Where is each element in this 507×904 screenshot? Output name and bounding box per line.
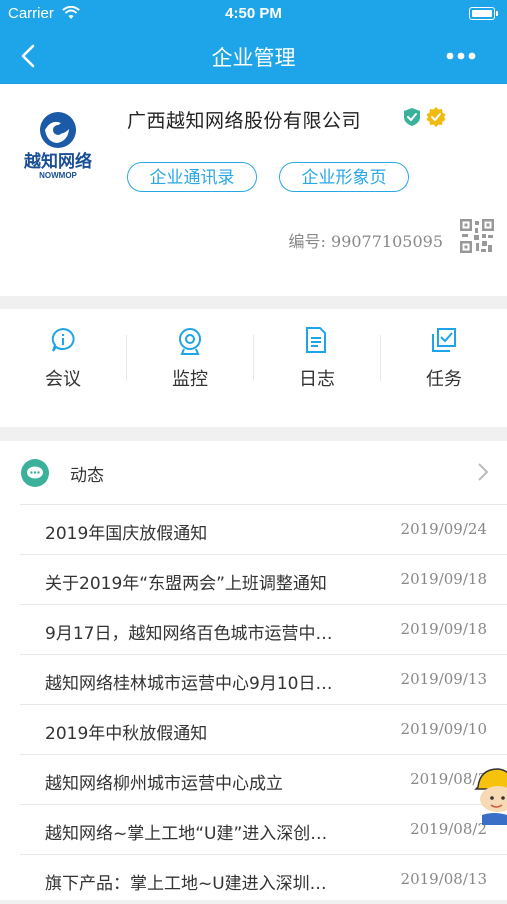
company-profile-page-button[interactable]: 企业形象页 (279, 162, 409, 192)
task-icon (432, 328, 456, 352)
feed-item[interactable]: 9月17日，越知网络百色城市运营中… 2019/09/18 (20, 604, 507, 654)
company-name: 广西越知网络股份有限公司 (127, 110, 362, 132)
feed-item-date: 2019/08/13 (400, 870, 487, 888)
feed-item-title: 关于2019年“东盟两会”上班调整通知 (45, 574, 327, 594)
status-bar: Carrier 4:50 PM (0, 0, 507, 28)
log-icon (306, 327, 326, 353)
camera-icon (179, 328, 201, 355)
feed-item-title: 旗下产品：掌上工地~U建进入深圳… (45, 874, 327, 894)
feed-item-title: 2019年国庆放假通知 (45, 524, 208, 544)
feed-item-date: 2019/09/18 (400, 570, 487, 588)
battery-icon (469, 7, 498, 20)
company-code: 编号: 99077105095 (289, 228, 443, 252)
feed-item[interactable]: 关于2019年“东盟两会”上班调整通知 2019/09/18 (20, 554, 507, 604)
feed-item[interactable]: 越知网络桂林城市运营中心9月10日… 2019/09/13 (20, 654, 507, 704)
chevron-right-icon (478, 463, 489, 481)
feed-panel: 动态 2019年国庆放假通知 2019/09/24 关于2019年“东盟两会”上… (0, 441, 507, 900)
quick-actions: 会议 监控 日志 任务 (0, 309, 507, 427)
quick-action-meeting[interactable]: 会议 (0, 309, 126, 427)
feed-item-title: 2019年中秋放假通知 (45, 724, 208, 744)
more-options-icon[interactable] (443, 42, 479, 70)
company-code-label: 编号: (288, 232, 326, 251)
feed-item-date: 2019/09/13 (400, 670, 487, 688)
chat-bubble-icon (21, 459, 49, 487)
feed-item-title: 越知网络桂林城市运营中心9月10日… (45, 674, 333, 694)
svg-text:越知网络: 越知网络 (23, 151, 92, 172)
feed-item-date: 2019/09/18 (400, 620, 487, 638)
svg-text:NOWMOP: NOWMOP (39, 171, 77, 180)
feed-item[interactable]: 旗下产品：掌上工地~U建进入深圳… 2019/08/13 (20, 854, 507, 904)
status-time: 4:50 PM (225, 5, 282, 22)
feed-header[interactable]: 动态 (0, 441, 507, 504)
company-code-value: 99077105095 (331, 232, 443, 251)
company-directory-button[interactable]: 企业通讯录 (127, 162, 257, 192)
quick-action-log[interactable]: 日志 (254, 309, 380, 427)
page-title: 企业管理 (211, 46, 296, 70)
feed-item-title: 9月17日，越知网络百色城市运营中… (45, 624, 333, 644)
company-logo: 越知网络 NOWMOP (23, 112, 92, 180)
floating-assistant-mascot-icon[interactable] (474, 765, 507, 825)
qr-code-icon[interactable] (460, 219, 494, 253)
feed-item[interactable]: 2019年中秋放假通知 2019/09/10 (20, 704, 507, 754)
feed-title: 动态 (70, 466, 104, 486)
feed-item[interactable]: 越知网络柳州城市运营中心成立 2019/08/3 (20, 754, 507, 804)
nav-bar: 企业管理 (0, 28, 507, 84)
feed-item-date: 2019/09/10 (400, 720, 487, 738)
feed-item-title: 越知网络~掌上工地“U建”进入深创… (45, 824, 328, 844)
meeting-icon (51, 327, 75, 352)
quick-action-label: 监控 (172, 369, 208, 390)
company-card: 越知网络 NOWMOP 广西越知网络股份有限公司 企业通讯录 企业形象页 编号:… (0, 84, 507, 296)
quick-action-label: 会议 (45, 369, 81, 390)
quick-action-task[interactable]: 任务 (381, 309, 507, 427)
quick-action-monitor[interactable]: 监控 (127, 309, 253, 427)
certified-badge-icon (426, 107, 446, 127)
feed-item[interactable]: 2019年国庆放假通知 2019/09/24 (20, 504, 507, 554)
feed-item-title: 越知网络柳州城市运营中心成立 (45, 774, 283, 794)
feed-item-date: 2019/09/24 (400, 520, 487, 538)
feed-item[interactable]: 越知网络~掌上工地“U建”进入深创… 2019/08/2 (20, 804, 507, 854)
verified-shield-icon (404, 108, 420, 126)
quick-action-label: 任务 (426, 369, 462, 390)
quick-action-label: 日志 (299, 369, 335, 390)
